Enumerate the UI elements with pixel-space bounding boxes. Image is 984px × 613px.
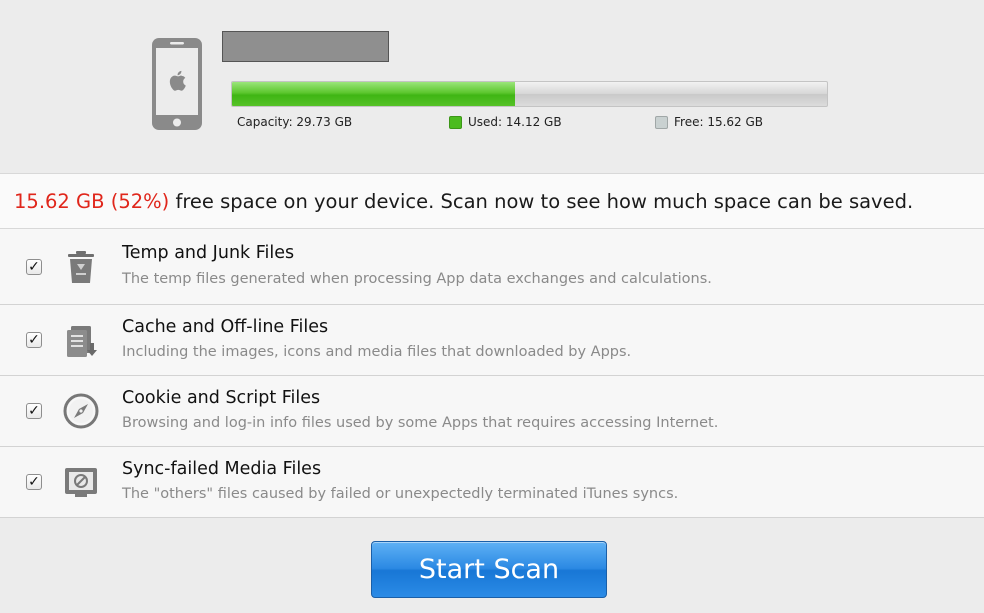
free-space-highlight: 15.62 GB (52%) [14,190,170,213]
cookie-script-checkbox[interactable]: ✓ [26,403,42,419]
category-description: The temp files generated when processing… [122,271,712,287]
capacity-legend: Capacity: 29.73 GB [237,113,352,131]
free-space-message: free space on your device. Scan now to s… [169,190,914,213]
media-sync-icon [65,468,97,497]
iphone-icon [152,38,202,130]
free-label: Free: 15.62 GB [674,115,764,129]
device-name-redacted [222,31,389,62]
scan-category-list: ✓ Temp and Junk Files The temp files gen… [0,229,984,518]
category-title: Temp and Junk Files [122,243,295,263]
category-row-sync-failed-media: ✓ Sync-failed Media Files The "others" f… [0,447,984,518]
trash-icon [68,250,94,283]
capacity-bar [231,81,828,107]
sync-failed-media-checkbox[interactable]: ✓ [26,474,42,490]
cache-offline-checkbox[interactable]: ✓ [26,332,42,348]
free-space-summary: 15.62 GB (52%) free space on your device… [0,173,984,229]
category-description: The "others" files caused by failed or u… [122,486,679,502]
device-header: Capacity: 29.73 GB Used: 14.12 GB Free: … [0,0,984,170]
category-title: Cache and Off-line Files [122,317,329,337]
category-description: Including the images, icons and media fi… [122,344,632,360]
category-description: Browsing and log-in info files used by s… [122,415,719,431]
document-download-icon [67,326,97,357]
capacity-used-fill [232,82,515,106]
start-scan-button[interactable]: Start Scan [371,541,607,598]
used-label: Used: 14.12 GB [468,115,562,129]
used-legend: Used: 14.12 GB [449,113,562,131]
capacity-label: Capacity: 29.73 GB [237,115,353,129]
category-row-temp-junk: ✓ Temp and Junk Files The temp files gen… [0,229,984,305]
compass-icon [63,393,99,429]
used-swatch [449,115,462,129]
free-legend: Free: 15.62 GB [655,113,763,131]
category-row-cache-offline: ✓ Cache and Off-line Files Including the… [0,305,984,376]
free-swatch [655,115,668,129]
category-title: Sync-failed Media Files [122,459,322,479]
temp-junk-checkbox[interactable]: ✓ [26,258,42,275]
category-row-cookie-script: ✓ Cookie and Script Files Browsing and l… [0,376,984,447]
category-title: Cookie and Script Files [122,388,321,408]
